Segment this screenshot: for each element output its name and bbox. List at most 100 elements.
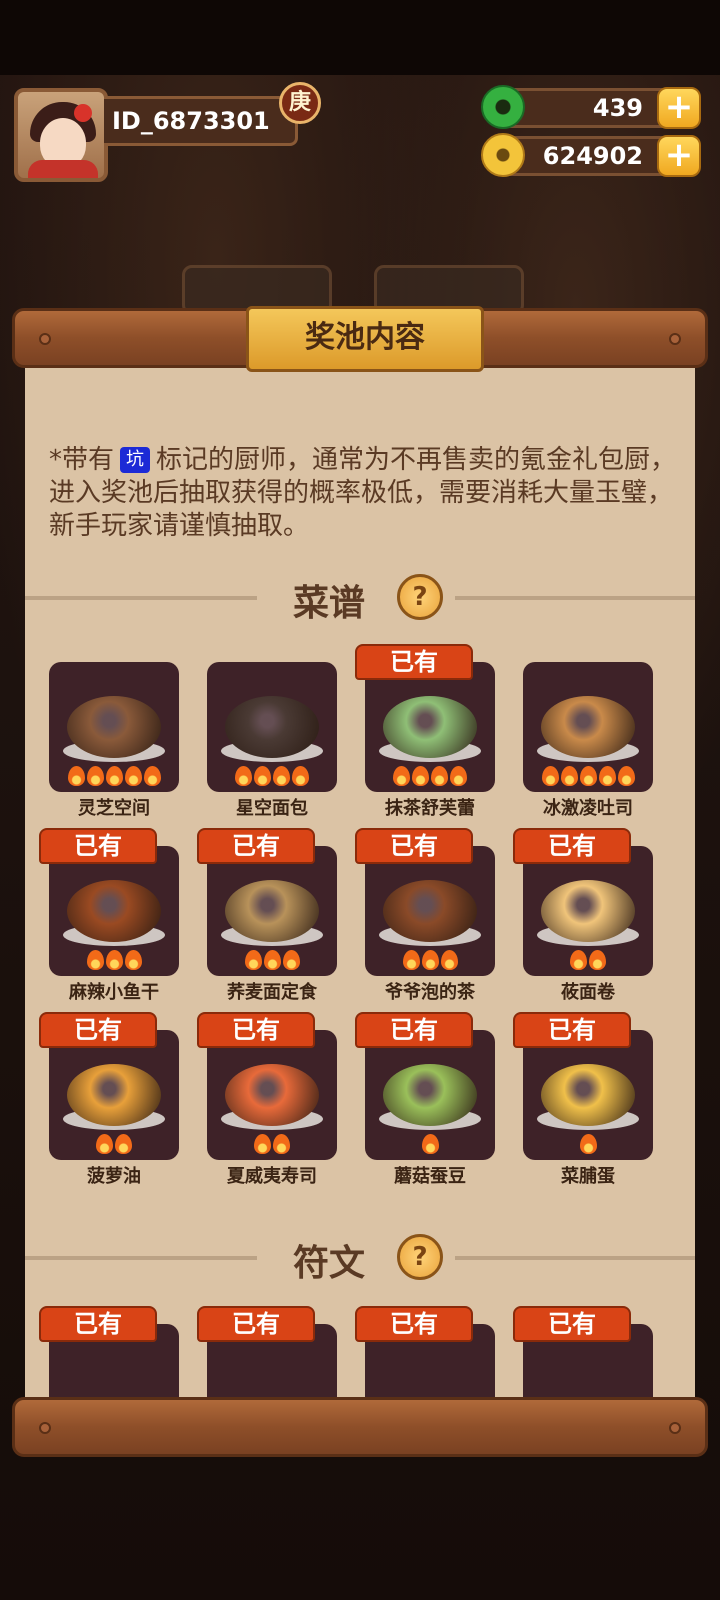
recipe-item[interactable]: 冰激凌吐司 xyxy=(523,662,653,822)
recipe-item[interactable]: 爷爷泡的茶 已有 xyxy=(355,828,495,1006)
dish-icon xyxy=(541,696,635,758)
coin-amount: 624902 xyxy=(542,142,643,170)
recipe-item[interactable]: 星空面包 xyxy=(207,662,337,822)
recipe-item[interactable]: 菠萝油 已有 xyxy=(39,1012,179,1190)
flame-rating xyxy=(365,1134,495,1158)
dish-icon xyxy=(541,880,635,942)
recipe-name: 菜脯蛋 xyxy=(561,1166,615,1187)
owned-badge: 已有 xyxy=(39,1012,157,1048)
flame-icon xyxy=(589,950,606,970)
dish-icon xyxy=(383,880,477,942)
flame-icon xyxy=(124,766,142,786)
flame-icon xyxy=(105,950,123,970)
flame-icon xyxy=(124,950,142,970)
recipe-item[interactable]: 菜脯蛋 已有 xyxy=(513,1012,653,1190)
owned-badge: 已有 xyxy=(513,1012,631,1048)
dish-icon xyxy=(225,1064,319,1126)
flame-icon xyxy=(440,950,458,970)
player-avatar[interactable] xyxy=(14,88,108,182)
jade-counter: 439 + xyxy=(481,85,701,129)
recipes-section-title: 菜谱 xyxy=(293,583,366,624)
flame-rating xyxy=(49,950,179,974)
recipe-name: 星空面包 xyxy=(236,798,308,819)
rune-item[interactable]: 已有 xyxy=(355,1306,495,1399)
runes-help-button[interactable]: ? xyxy=(397,1234,443,1280)
dish-icon xyxy=(383,1064,477,1126)
dish-icon xyxy=(383,696,477,758)
flame-icon xyxy=(86,766,104,786)
recipe-item[interactable]: 莜面卷 已有 xyxy=(513,828,653,1006)
recipe-name: 冰激凌吐司 xyxy=(543,798,633,819)
recipe-name: 蘑菇蚕豆 xyxy=(394,1166,466,1187)
recipe-name: 莜面卷 xyxy=(561,982,615,1003)
flame-icon xyxy=(412,766,429,786)
recipe-item[interactable]: 灵芝空间 xyxy=(49,662,179,822)
hair-flower-icon xyxy=(74,104,92,122)
owned-badge: 已有 xyxy=(355,644,473,680)
flame-icon xyxy=(560,766,578,786)
flame-icon xyxy=(450,766,467,786)
recipes-section-header: 菜谱 ? xyxy=(25,572,695,624)
recipe-name: 夏威夷寿司 xyxy=(227,1166,317,1187)
owned-badge: 已有 xyxy=(197,1306,315,1342)
flame-icon xyxy=(67,766,85,786)
owned-badge: 已有 xyxy=(197,828,315,864)
flame-icon xyxy=(421,1134,439,1154)
flame-icon xyxy=(393,766,410,786)
flame-icon xyxy=(105,766,123,786)
flame-rating xyxy=(523,950,653,974)
rune-item[interactable]: 已有 xyxy=(197,1306,337,1399)
flame-icon xyxy=(263,950,281,970)
recipe-name: 菠萝油 xyxy=(87,1166,141,1187)
flame-icon xyxy=(579,1134,597,1154)
recipe-item[interactable]: 夏威夷寿司 已有 xyxy=(197,1012,337,1190)
dish-icon xyxy=(225,880,319,942)
scroll-bottom-rod xyxy=(12,1397,708,1457)
flame-icon xyxy=(431,766,448,786)
flame-icon xyxy=(617,766,635,786)
add-jade-button[interactable]: + xyxy=(657,87,701,129)
recipe-item[interactable]: 抹茶舒芙蕾 已有 xyxy=(355,644,495,822)
dish-icon xyxy=(541,1064,635,1126)
flame-icon xyxy=(143,766,161,786)
recipes-help-button[interactable]: ? xyxy=(397,574,443,620)
recipe-name: 爷爷泡的茶 xyxy=(385,982,475,1003)
flame-icon xyxy=(244,950,262,970)
grade-badge: 庚 xyxy=(279,82,321,124)
flame-icon xyxy=(598,766,616,786)
pit-tag: 坑 xyxy=(120,447,151,473)
owned-badge: 已有 xyxy=(513,828,631,864)
add-coin-button[interactable]: + xyxy=(657,135,701,177)
flame-icon xyxy=(282,950,300,970)
jade-amount: 439 xyxy=(592,94,643,122)
recipe-name: 麻辣小鱼干 xyxy=(69,982,159,1003)
flame-rating xyxy=(207,766,337,790)
flame-icon xyxy=(254,766,271,786)
dish-icon xyxy=(67,880,161,942)
dish-icon xyxy=(67,696,161,758)
panel-title: 奖池内容 xyxy=(246,306,484,372)
flame-icon xyxy=(541,766,559,786)
owned-badge: 已有 xyxy=(197,1012,315,1048)
flame-icon xyxy=(254,1134,271,1154)
flame-rating xyxy=(365,950,495,974)
owned-badge: 已有 xyxy=(39,1306,157,1342)
recipe-item[interactable]: 麻辣小鱼干 已有 xyxy=(39,828,179,1006)
flame-icon xyxy=(96,1134,113,1154)
recipe-item[interactable]: 蘑菇蚕豆 已有 xyxy=(355,1012,495,1190)
owned-badge: 已有 xyxy=(355,828,473,864)
prize-pool-panel[interactable]: *带有坑标记的厨师，通常为不再售卖的氪金礼包厨，进入奖池后抽取获得的概率极低，需… xyxy=(25,368,695,1399)
dish-icon xyxy=(225,696,319,758)
recipe-name: 抹茶舒芙蕾 xyxy=(385,798,475,819)
flame-rating xyxy=(365,766,495,790)
flame-icon xyxy=(273,1134,290,1154)
rune-item[interactable]: 已有 xyxy=(513,1306,653,1399)
rune-item[interactable]: 已有 xyxy=(39,1306,179,1399)
owned-badge: 已有 xyxy=(39,828,157,864)
flame-rating xyxy=(49,1134,179,1158)
recipe-name: 荞麦面定食 xyxy=(227,982,317,1003)
owned-badge: 已有 xyxy=(355,1012,473,1048)
flame-icon xyxy=(235,766,252,786)
recipe-item[interactable]: 荞麦面定食 已有 xyxy=(197,828,337,1006)
flame-icon xyxy=(570,950,587,970)
